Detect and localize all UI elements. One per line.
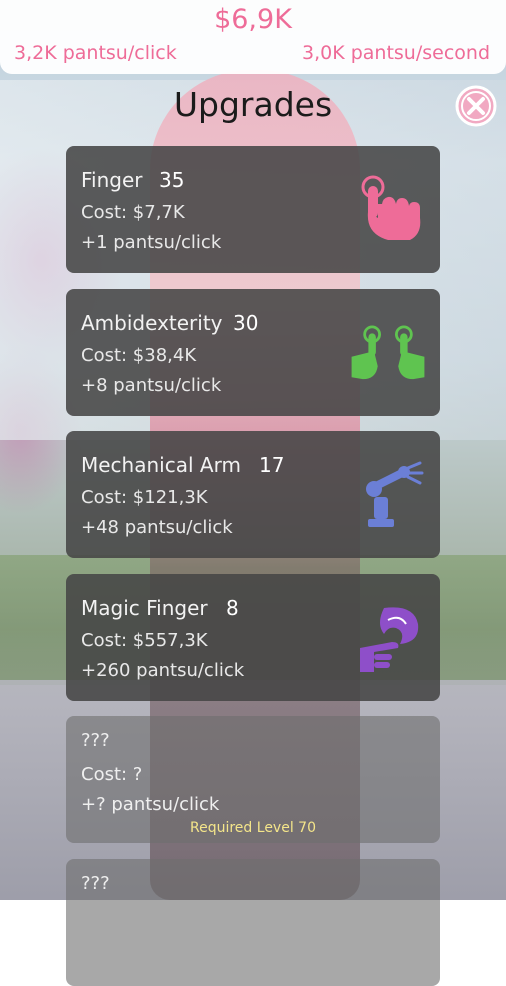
upgrade-level: 30 [233,311,259,335]
upgrade-cost: Cost: $7,7K [81,202,185,223]
pantsu-per-click: 3,2K pantsu/click [14,42,177,64]
magic-hand-icon [360,607,419,672]
upgrade-card-locked[interactable]: ??? Cost: ? +? pantsu/click Required Lev… [66,716,440,843]
required-level: Required Level 70 [190,820,316,836]
upgrade-cost: Cost: $121,3K [81,487,208,508]
upgrade-card-locked[interactable]: ??? [66,859,440,986]
close-icon [455,85,497,127]
upgrade-card-magic-finger[interactable]: Magic Finger 8 Cost: $557,3K +260 pantsu… [66,574,440,701]
upgrade-card-finger[interactable]: Finger 35 Cost: $7,7K +1 pantsu/click [66,146,440,273]
upgrade-name: ??? [81,873,110,894]
panel-title: Upgrades [173,85,333,124]
upgrade-gain: +1 pantsu/click [81,232,222,253]
money-counter: $6,9K [214,4,292,35]
upgrade-card-ambidexterity[interactable]: Ambidexterity 30 Cost: $38,4K +8 pantsu/… [66,289,440,416]
upgrade-gain: +260 pantsu/click [81,660,245,681]
upgrade-cost: Cost: $557,3K [81,630,208,651]
upgrade-name: Finger [81,168,143,192]
pointing-finger-icon [361,175,421,240]
upgrade-name: Mechanical Arm [81,453,241,477]
upgrade-gain: +48 pantsu/click [81,517,233,538]
upgrade-card-mechanical-arm[interactable]: Mechanical Arm 17 Cost: $121,3K +48 pant… [66,431,440,558]
upgrade-name: Magic Finger [81,596,208,620]
upgrade-level: 8 [226,596,239,620]
upgrade-gain: +? pantsu/click [81,794,220,815]
pantsu-per-second: 3,0K pantsu/second [301,42,490,64]
robot-arm-icon [366,461,424,527]
two-hands-icon [351,325,425,380]
upgrade-cost: Cost: ? [81,764,143,785]
upgrade-gain: +8 pantsu/click [81,375,222,396]
upgrade-cost: Cost: $38,4K [81,345,197,366]
upgrade-level: 35 [159,168,185,192]
stats-bar: $6,9K 3,2K pantsu/click 3,0K pantsu/seco… [0,0,506,74]
upgrade-name: ??? [81,730,110,751]
close-button[interactable] [454,84,498,128]
upgrade-level: 17 [259,453,285,477]
upgrade-name: Ambidexterity [81,311,223,335]
